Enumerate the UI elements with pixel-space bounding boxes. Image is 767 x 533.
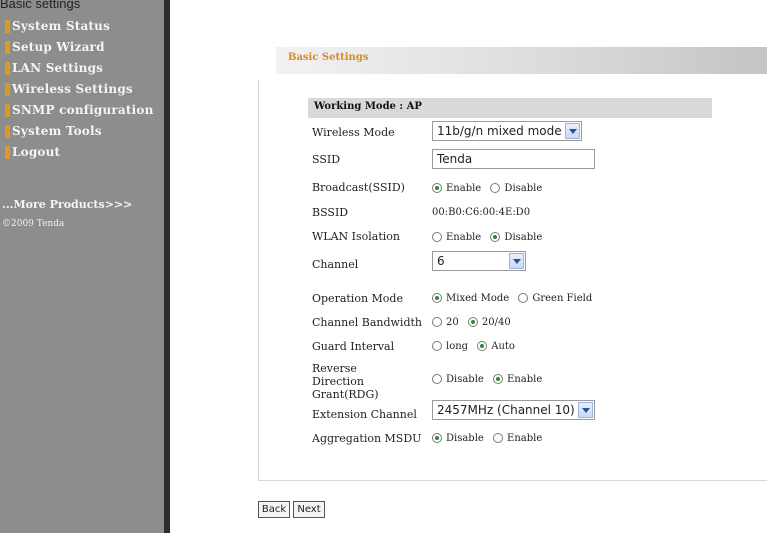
guard-interval-label: Guard Interval bbox=[312, 340, 395, 353]
bssid-label: BSSID bbox=[312, 206, 349, 219]
nav-marker-icon bbox=[5, 41, 10, 54]
page-caption: Basic settings bbox=[0, 0, 81, 11]
rdg-disable-radio[interactable]: Disable bbox=[432, 374, 484, 385]
wlan-isolation-label: WLAN Isolation bbox=[312, 230, 401, 243]
broadcast-disable-radio[interactable]: Disable bbox=[490, 183, 542, 194]
mixed-mode-radio[interactable]: Mixed Mode bbox=[432, 293, 509, 304]
sidebar-item-logout[interactable]: Logout bbox=[0, 142, 164, 163]
wlan-isolation-radio-group: Enable Disable bbox=[432, 232, 548, 243]
dropdown-arrow-icon[interactable] bbox=[578, 402, 593, 418]
more-products-link[interactable]: ...More Products>>> bbox=[2, 198, 132, 211]
rdg-label: Reverse Direction Grant(RDG) bbox=[312, 362, 379, 401]
wireless-mode-select[interactable]: 11b/g/n mixed mode bbox=[432, 121, 582, 141]
rdg-enable-radio[interactable]: Enable bbox=[493, 374, 542, 385]
bandwidth-20-40-radio[interactable]: 20/40 bbox=[467, 317, 511, 328]
aggregation-msdu-label: Aggregation MSDU bbox=[312, 432, 422, 445]
sidebar-item-label: System Status bbox=[12, 19, 111, 33]
sidebar-item-label: Wireless Settings bbox=[12, 82, 133, 96]
dropdown-arrow-icon[interactable] bbox=[565, 123, 580, 139]
ssid-label: SSID bbox=[312, 153, 341, 166]
sidebar-item-snmp-configuration[interactable]: SNMP configuration bbox=[0, 100, 164, 121]
sidebar-item-setup-wizard[interactable]: Setup Wizard bbox=[0, 37, 164, 58]
sidebar-item-label: SNMP configuration bbox=[12, 103, 154, 117]
broadcast-ssid-label: Broadcast(SSID) bbox=[312, 181, 405, 194]
channel-bandwidth-label: Channel Bandwidth bbox=[312, 316, 422, 329]
bandwidth-20-radio[interactable]: 20 bbox=[432, 317, 459, 328]
sidebar-item-label: Setup Wizard bbox=[12, 40, 105, 54]
broadcast-enable-radio[interactable]: Enable bbox=[432, 183, 481, 194]
wlan-isolation-enable-radio[interactable]: Enable bbox=[432, 232, 481, 243]
ssid-value: Tenda bbox=[437, 152, 473, 166]
extension-channel-select[interactable]: 2457MHz (Channel 10) bbox=[432, 400, 595, 420]
nav-marker-icon bbox=[5, 62, 10, 75]
sidebar-item-label: LAN Settings bbox=[12, 61, 104, 75]
msdu-enable-radio[interactable]: Enable bbox=[493, 433, 542, 444]
rdg-radio-group: Disable Enable bbox=[432, 374, 548, 385]
wireless-mode-label: Wireless Mode bbox=[312, 126, 395, 139]
bssid-value: 00:B0:C6:00:4E:D0 bbox=[432, 207, 531, 218]
sidebar-item-system-tools[interactable]: System Tools bbox=[0, 121, 164, 142]
dropdown-arrow-icon[interactable] bbox=[509, 253, 524, 269]
channel-bandwidth-radio-group: 20 20/40 bbox=[432, 317, 517, 328]
channel-label: Channel bbox=[312, 258, 359, 271]
sidebar-nav: System Status Setup Wizard LAN Settings … bbox=[0, 16, 164, 163]
extension-channel-value: 2457MHz (Channel 10) bbox=[437, 403, 575, 417]
wlan-isolation-disable-radio[interactable]: Disable bbox=[490, 232, 542, 243]
next-button[interactable]: Next bbox=[293, 501, 325, 518]
operation-mode-radio-group: Mixed Mode Green Field bbox=[432, 293, 598, 304]
guard-long-radio[interactable]: long bbox=[432, 341, 468, 352]
copyright-text: ©2009 Tenda bbox=[2, 219, 65, 229]
broadcast-ssid-radio-group: Enable Disable bbox=[432, 183, 548, 194]
nav-marker-icon bbox=[5, 146, 10, 159]
green-field-radio[interactable]: Green Field bbox=[518, 293, 592, 304]
channel-value: 6 bbox=[437, 254, 445, 268]
operation-mode-label: Operation Mode bbox=[312, 292, 403, 305]
section-title: Working Mode : AP bbox=[314, 101, 422, 112]
sidebar-item-lan-settings[interactable]: LAN Settings bbox=[0, 58, 164, 79]
nav-marker-icon bbox=[5, 20, 10, 33]
sidebar-item-label: System Tools bbox=[12, 124, 102, 138]
panel-title: Basic Settings bbox=[288, 52, 369, 63]
sidebar-item-system-status[interactable]: System Status bbox=[0, 16, 164, 37]
wireless-mode-value: 11b/g/n mixed mode bbox=[437, 124, 562, 138]
nav-marker-icon bbox=[5, 125, 10, 138]
nav-marker-icon bbox=[5, 104, 10, 117]
aggregation-msdu-radio-group: Disable Enable bbox=[432, 433, 548, 444]
sidebar-item-wireless-settings[interactable]: Wireless Settings bbox=[0, 79, 164, 100]
main-panel: Basic Settings Working Mode : AP Wireles… bbox=[170, 0, 767, 533]
msdu-disable-radio[interactable]: Disable bbox=[432, 433, 484, 444]
sidebar: System Status Setup Wizard LAN Settings … bbox=[0, 0, 164, 533]
channel-select[interactable]: 6 bbox=[432, 251, 526, 271]
ssid-input[interactable]: Tenda bbox=[432, 149, 595, 169]
sidebar-item-label: Logout bbox=[12, 145, 61, 159]
nav-marker-icon bbox=[5, 83, 10, 96]
guard-auto-radio[interactable]: Auto bbox=[477, 341, 515, 352]
extension-channel-label: Extension Channel bbox=[312, 408, 417, 421]
back-button[interactable]: Back bbox=[258, 501, 290, 518]
guard-interval-radio-group: long Auto bbox=[432, 341, 521, 352]
